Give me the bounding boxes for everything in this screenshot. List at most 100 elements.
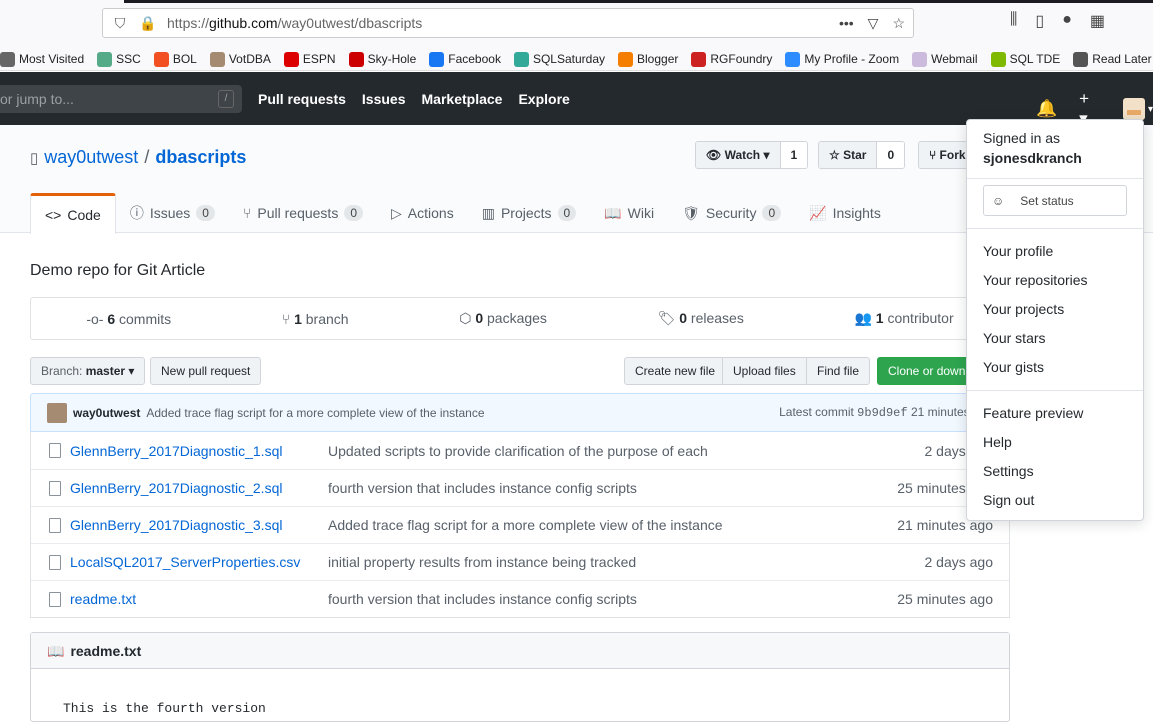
bookmark-item[interactable]: VotDBA: [209, 51, 271, 67]
bell-icon[interactable]: 🔔: [1036, 99, 1057, 119]
stat-icon: 👥: [854, 310, 872, 326]
file-name-link[interactable]: GlennBerry_2017Diagnostic_2.sql: [70, 480, 282, 496]
star-bookmark-icon[interactable]: ☆: [892, 15, 905, 32]
sidebar-icon[interactable]: ▯: [1035, 11, 1044, 31]
book-icon: 📖: [47, 643, 65, 659]
menu-item-help[interactable]: Help: [967, 428, 1143, 457]
bookmark-item[interactable]: Most Visited: [0, 51, 84, 67]
tab-count: 0: [196, 205, 215, 221]
file-commit-message[interactable]: Added trace flag script for a more compl…: [328, 517, 723, 533]
repo-name-link[interactable]: dbascripts: [155, 147, 246, 168]
shield-icon[interactable]: ⛉: [109, 15, 131, 32]
bookmark-item[interactable]: Read Later: [1073, 51, 1152, 67]
bookmark-item[interactable]: RGFoundry: [691, 51, 772, 67]
bookmark-item[interactable]: Sky-Hole: [348, 51, 416, 67]
tab-actions[interactable]: ▷ Actions: [377, 193, 468, 233]
bookmark-item[interactable]: SQL TDE: [990, 51, 1060, 67]
tab-issues[interactable]: ⓘ Issues 0: [116, 193, 229, 233]
bookmark-item[interactable]: SSC: [97, 51, 141, 67]
upload-files-button[interactable]: Upload files: [722, 357, 807, 385]
bookmark-icon: [153, 51, 169, 67]
file-age: 2 days ago: [924, 554, 994, 570]
commit-message[interactable]: Added trace flag script for a more compl…: [146, 406, 484, 420]
bookmark-item[interactable]: SQLSaturday: [513, 51, 605, 67]
pocket-icon[interactable]: ▽: [868, 15, 879, 32]
file-commit-message[interactable]: fourth version that includes instance co…: [328, 591, 637, 607]
stat-icon: 🏷: [657, 310, 676, 326]
nav-marketplace[interactable]: Marketplace: [422, 91, 503, 107]
menu-item-sign-out[interactable]: Sign out: [967, 486, 1143, 515]
separator: /: [144, 147, 150, 167]
bookmark-item[interactable]: Blogger: [618, 51, 678, 67]
set-status-button[interactable]: ☺ Set status: [983, 185, 1127, 216]
bookmark-icon: [618, 51, 633, 67]
tab-projects[interactable]: ▥ Projects 0: [468, 193, 591, 233]
gift-icon[interactable]: ▦: [1090, 11, 1105, 31]
file-row: LocalSQL2017_ServerProperties.csv initial…: [31, 543, 1009, 580]
repo-owner-link[interactable]: way0utwest: [44, 147, 138, 168]
bookmark-icon: [912, 51, 928, 67]
nav-issues[interactable]: Issues: [362, 91, 406, 107]
tab-icon: 📖: [604, 204, 622, 221]
menu-item-your-repositories[interactable]: Your repositories: [967, 266, 1143, 295]
branch-select[interactable]: Branch: master ▾: [30, 357, 146, 385]
tab-pull-requests[interactable]: ⑂ Pull requests 0: [229, 193, 377, 233]
bookmark-icon: [785, 51, 801, 67]
menu-item-your-gists[interactable]: Your gists: [967, 353, 1143, 382]
file-icon: [49, 443, 61, 458]
bookmark-item[interactable]: My Profile - Zoom: [785, 51, 899, 67]
smiley-icon: ☺: [992, 193, 1005, 208]
tab-code[interactable]: <> Code: [30, 193, 116, 234]
bookmark-icon: [0, 51, 15, 67]
file-commit-message[interactable]: initial property results from instance b…: [328, 554, 636, 570]
menu-item-your-projects[interactable]: Your projects: [967, 295, 1143, 324]
address-bar[interactable]: ⛉ 🔒 https://github.com/way0utwest/dbascr…: [102, 8, 914, 38]
username: sjonesdkranch: [983, 150, 1082, 166]
commit-author[interactable]: way0utwest: [73, 406, 140, 420]
file-icon: [49, 591, 61, 607]
commit-sha[interactable]: 9b9d9ef: [857, 406, 907, 420]
file-commit-message[interactable]: Updated scripts to provide clarification…: [328, 443, 708, 459]
file-name-link[interactable]: LocalSQL2017_ServerProperties.csv: [70, 554, 300, 570]
stat-contributor[interactable]: 👥 1 contributor: [854, 310, 953, 327]
new-pull-request-button[interactable]: New pull request: [150, 357, 262, 385]
stat-packages[interactable]: ⬡ 0 packages: [459, 310, 547, 327]
file-name-link[interactable]: readme.txt: [70, 591, 136, 607]
file-row: readme.txt fourth version that includes i…: [31, 580, 1009, 617]
tab-insights[interactable]: 📈 Insights: [795, 193, 895, 233]
menu-item-your-profile[interactable]: Your profile: [967, 237, 1143, 266]
library-icon[interactable]: ⫼: [1010, 11, 1017, 31]
stat-icon: -o-: [86, 310, 104, 327]
account-icon[interactable]: ●: [1062, 11, 1072, 31]
more-icon[interactable]: •••: [839, 15, 854, 32]
nav-explore[interactable]: Explore: [518, 91, 569, 107]
bookmark-icon: [429, 51, 445, 67]
star-button[interactable]: ☆ Star 0: [818, 141, 906, 169]
stat-releases[interactable]: 🏷 0 releases: [658, 310, 744, 327]
create-file-button[interactable]: Create new file: [624, 357, 727, 385]
file-icon: [49, 517, 61, 533]
watch-button[interactable]: 👁 Watch ▾ 1: [695, 141, 809, 169]
menu-item-settings[interactable]: Settings: [967, 457, 1143, 486]
stat-branch[interactable]: ⑂ 1 branch: [282, 311, 349, 327]
bookmark-icon: [990, 51, 1006, 67]
menu-item-your-stars[interactable]: Your stars: [967, 324, 1143, 353]
tab-security[interactable]: 🛡 Security 0: [668, 193, 795, 233]
url-text[interactable]: https://github.com/way0utwest/dbascripts: [167, 15, 422, 31]
tab-wiki[interactable]: 📖 Wiki: [590, 193, 668, 233]
bookmark-item[interactable]: Webmail: [912, 51, 978, 67]
search-input[interactable]: or jump to... /: [0, 85, 242, 113]
bookmark-item[interactable]: Facebook: [429, 51, 501, 67]
browser-toolbar: ⛉ 🔒 https://github.com/way0utwest/dbascr…: [0, 3, 1153, 71]
find-file-button[interactable]: Find file: [806, 357, 871, 385]
stat-commits[interactable]: -o- 6 commits: [86, 311, 171, 327]
file-name-link[interactable]: GlennBerry_2017Diagnostic_1.sql: [70, 443, 282, 459]
file-commit-message[interactable]: fourth version that includes instance co…: [328, 480, 637, 496]
bookmark-item[interactable]: BOL: [153, 51, 197, 67]
bookmark-item[interactable]: ESPN: [283, 51, 336, 67]
nav-pull-requests[interactable]: Pull requests: [258, 91, 346, 107]
menu-item-feature-preview[interactable]: Feature preview: [967, 399, 1143, 428]
tab-count: 0: [762, 205, 782, 221]
avatar-menu[interactable]: ▾: [1122, 98, 1153, 120]
file-name-link[interactable]: GlennBerry_2017Diagnostic_3.sql: [70, 517, 282, 533]
